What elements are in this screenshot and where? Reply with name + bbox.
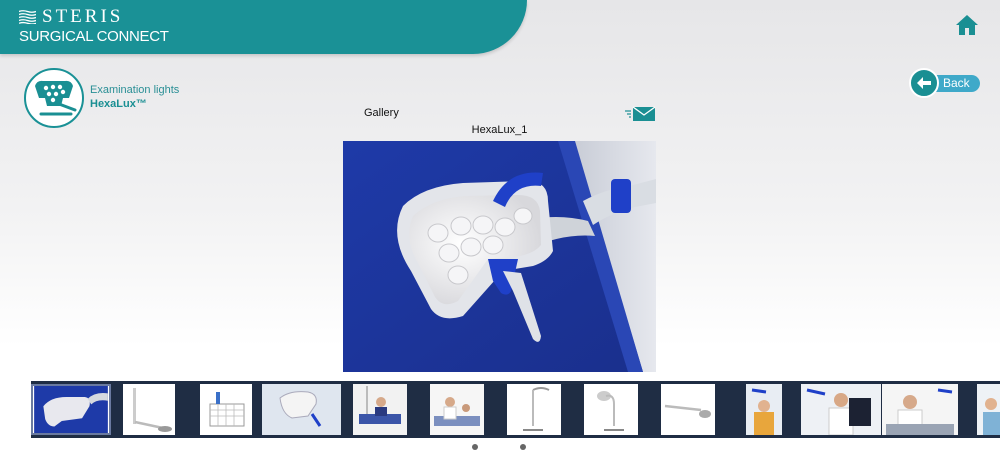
page-dot-1[interactable] [472,444,478,450]
brand-subtitle: SURGICAL CONNECT [19,28,169,45]
main-gallery-image[interactable] [343,141,656,372]
thumbnail-12[interactable] [882,384,958,435]
thumbnail-7[interactable] [507,384,561,435]
email-icon [625,106,656,121]
thumbnail-9[interactable] [661,384,715,435]
home-button[interactable] [955,14,979,36]
page-indicator [472,444,532,450]
home-icon [956,15,978,35]
page-dot-2[interactable] [520,444,526,450]
product-category: Examination lights [90,84,180,96]
thumbnail-1[interactable] [31,384,111,435]
email-button[interactable] [624,106,656,122]
brand-name: STERIS [42,6,124,27]
steris-wave-icon [19,10,36,24]
thumbnail-11[interactable] [801,384,881,435]
examination-light-photo [343,141,656,372]
thumbnail-10[interactable] [746,384,782,435]
back-button[interactable]: Back [909,68,980,98]
product-badge [24,68,84,128]
thumbnail-6[interactable] [430,384,484,435]
header-banner: STERIS SURGICAL CONNECT [0,0,527,54]
arrow-left-icon [909,68,939,98]
thumbnail-strip[interactable] [31,381,1000,438]
product-name: HexaLux™ [90,98,147,110]
thumbnail-3[interactable] [200,384,252,435]
gallery-label: Gallery [364,107,399,119]
steris-logo: STERIS SURGICAL CONNECT [19,6,169,45]
thumbnail-8[interactable] [584,384,638,435]
image-title: HexaLux_1 [471,124,528,136]
thumbnail-4[interactable] [262,384,341,435]
examination-light-icon [35,80,77,116]
thumbnail-5[interactable] [353,384,407,435]
thumbnail-2[interactable] [123,384,175,435]
thumbnail-13[interactable] [977,384,1000,435]
